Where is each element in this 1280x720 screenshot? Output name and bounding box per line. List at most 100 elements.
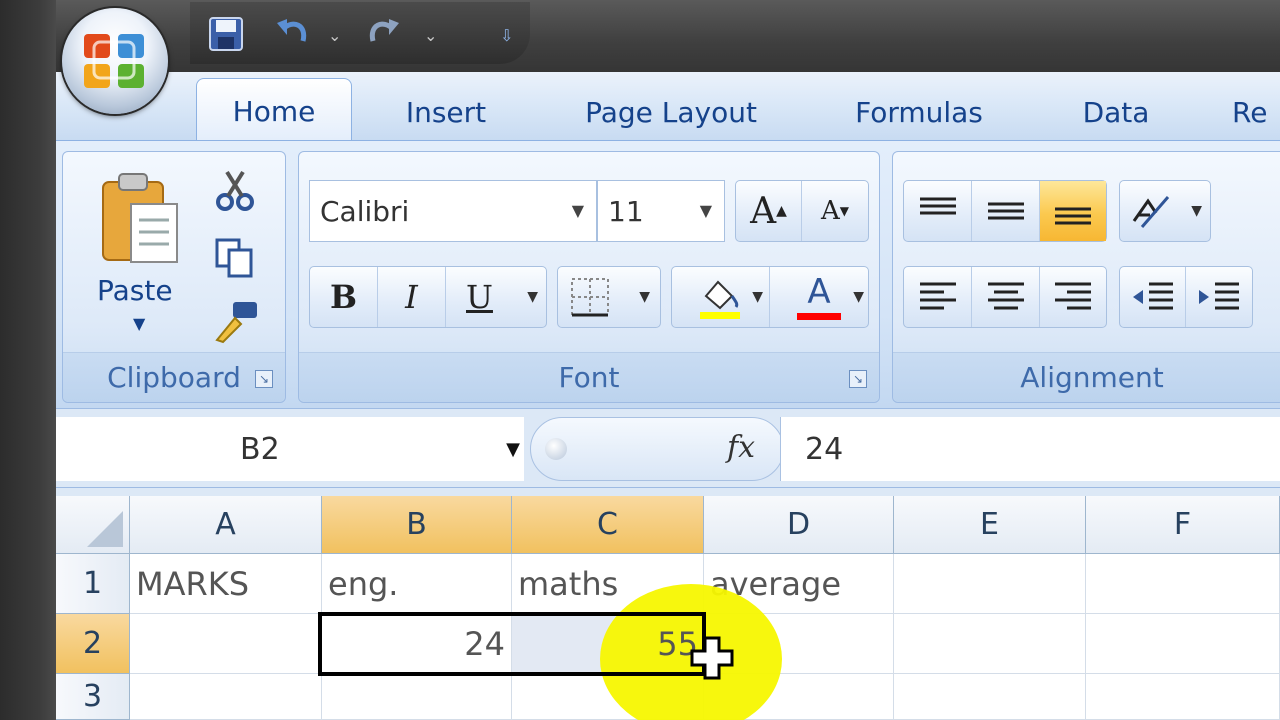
- color-buttons: ▼ A ▼: [671, 266, 869, 328]
- font-size-dropdown-icon[interactable]: ▼: [700, 201, 712, 220]
- cell-a2[interactable]: [130, 614, 322, 674]
- bottom-align-button[interactable]: [1040, 181, 1106, 241]
- tab-page-layout[interactable]: Page Layout: [568, 90, 774, 140]
- row-header-3[interactable]: 3: [56, 674, 130, 720]
- font-name-value: Calibri: [320, 194, 410, 228]
- ribbon-tab-strip: Home Insert Page Layout Formulas Data Re: [56, 72, 1280, 140]
- row-header-2[interactable]: 2: [56, 614, 130, 674]
- paste-button[interactable]: Paste ▼: [81, 162, 201, 352]
- cell-a3[interactable]: [130, 674, 322, 720]
- insert-function-icon[interactable]: fx: [727, 430, 755, 465]
- horizontal-align-buttons: [903, 266, 1107, 328]
- increase-indent-button[interactable]: [1186, 267, 1252, 327]
- tab-insert[interactable]: Insert: [376, 90, 516, 140]
- align-right-button[interactable]: [1040, 267, 1106, 327]
- cell-e1[interactable]: [894, 554, 1086, 614]
- font-name-combobox[interactable]: Calibri ▼: [309, 180, 597, 242]
- cell-b3[interactable]: [322, 674, 512, 720]
- formula-bar-resize-handle[interactable]: [545, 438, 567, 460]
- formula-input[interactable]: 24: [780, 417, 1280, 481]
- align-left-button[interactable]: [904, 267, 972, 327]
- column-header-a[interactable]: A: [130, 496, 322, 554]
- bold-button[interactable]: B: [310, 267, 378, 327]
- fill-color-button[interactable]: ▼: [672, 267, 770, 327]
- grid-top-gap: [56, 488, 1280, 496]
- cell-f3[interactable]: [1086, 674, 1280, 720]
- cell-e3[interactable]: [894, 674, 1086, 720]
- save-icon[interactable]: [204, 12, 248, 56]
- formula-bar: B2 ▼ fx 24: [56, 408, 1280, 488]
- clipboard-dialog-launcher-icon[interactable]: ↘: [255, 370, 273, 388]
- column-label: A: [215, 507, 236, 542]
- column-header-d[interactable]: D: [704, 496, 894, 554]
- borders-dropdown-icon[interactable]: ▼: [639, 289, 650, 305]
- font-dialog-launcher-icon[interactable]: ↘: [849, 370, 867, 388]
- font-color-dropdown-icon[interactable]: ▼: [853, 289, 864, 305]
- paste-dropdown-icon[interactable]: ▼: [133, 314, 145, 333]
- borders-button[interactable]: ▼: [557, 266, 661, 328]
- tab-data[interactable]: Data: [1066, 90, 1166, 140]
- undo-icon[interactable]: [270, 12, 314, 56]
- formula-controls: fx: [530, 417, 784, 481]
- cell-f2[interactable]: [1086, 614, 1280, 674]
- redo-icon[interactable]: [362, 12, 406, 56]
- name-box-dropdown-icon[interactable]: ▼: [506, 439, 520, 460]
- tab-formulas[interactable]: Formulas: [836, 90, 1002, 140]
- column-label: B: [406, 507, 427, 542]
- fill-color-icon: [699, 280, 740, 319]
- cut-icon[interactable]: [213, 168, 257, 212]
- cell-c2[interactable]: 55: [512, 614, 704, 674]
- row-label: 2: [82, 626, 103, 661]
- column-header-b[interactable]: B: [322, 496, 512, 554]
- font-style-buttons: B I U ▼: [309, 266, 547, 328]
- column-header-e[interactable]: E: [894, 496, 1086, 554]
- column-header-f[interactable]: F: [1086, 496, 1280, 554]
- redo-dropdown-icon[interactable]: ⌄: [424, 26, 437, 45]
- tab-review[interactable]: Re: [1232, 90, 1280, 140]
- top-align-button[interactable]: [904, 181, 972, 241]
- shrink-font-button[interactable]: A ▼: [802, 181, 868, 241]
- underline-dropdown-icon[interactable]: ▼: [527, 289, 538, 305]
- cell-b2[interactable]: 24: [322, 614, 512, 674]
- row-header-1[interactable]: 1: [56, 554, 130, 614]
- clipboard-label: Clipboard: [107, 361, 241, 394]
- fill-color-dropdown-icon[interactable]: ▼: [752, 289, 763, 305]
- decrease-indent-button[interactable]: [1120, 267, 1186, 327]
- font-name-dropdown-icon[interactable]: ▼: [572, 201, 584, 220]
- italic-button[interactable]: I: [378, 267, 446, 327]
- cell-f1[interactable]: [1086, 554, 1280, 614]
- undo-dropdown-icon[interactable]: ⌄: [328, 26, 341, 45]
- cell-a1[interactable]: MARKS: [130, 554, 322, 614]
- column-label: F: [1173, 507, 1192, 542]
- customize-qat-icon[interactable]: ⇩: [500, 26, 513, 45]
- grow-font-icon: A: [750, 190, 777, 232]
- shrink-font-icon: A: [820, 196, 840, 226]
- align-center-button[interactable]: [972, 267, 1040, 327]
- office-button[interactable]: [62, 8, 168, 114]
- font-size-value: 11: [608, 194, 644, 228]
- orientation-dropdown-icon[interactable]: ▼: [1191, 203, 1202, 219]
- name-box[interactable]: B2 ▼: [56, 417, 524, 481]
- grow-font-button[interactable]: A ▲: [736, 181, 802, 241]
- font-size-combobox[interactable]: 11 ▼: [597, 180, 725, 242]
- select-all-button[interactable]: [56, 496, 130, 554]
- font-color-button[interactable]: A ▼: [770, 267, 868, 327]
- row-label: 3: [82, 679, 103, 714]
- name-box-value: B2: [240, 431, 280, 467]
- bottom-align-icon: [1055, 207, 1091, 225]
- column-label: D: [786, 507, 811, 542]
- tab-label: Formulas: [855, 96, 983, 129]
- align-left-icon: [919, 282, 956, 310]
- copy-icon[interactable]: [213, 236, 257, 280]
- column-header-c[interactable]: C: [512, 496, 704, 554]
- middle-align-button[interactable]: [972, 181, 1040, 241]
- cell-e2[interactable]: [894, 614, 1086, 674]
- cell-text: eng.: [328, 564, 399, 603]
- tab-home[interactable]: Home: [196, 78, 352, 140]
- tab-label: Insert: [405, 96, 487, 129]
- orientation-button[interactable]: ▼: [1119, 180, 1211, 242]
- underline-button[interactable]: U ▼: [446, 267, 546, 327]
- middle-align-icon: [987, 202, 1024, 220]
- format-painter-icon[interactable]: [211, 300, 261, 344]
- cell-b1[interactable]: eng.: [322, 554, 512, 614]
